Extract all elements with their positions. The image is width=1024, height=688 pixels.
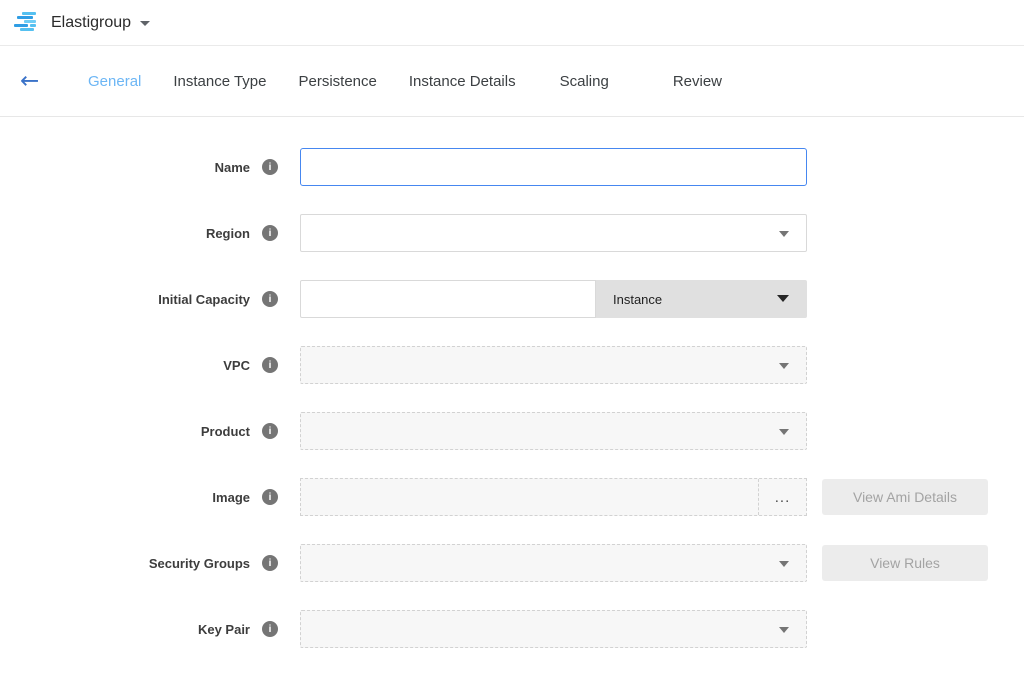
app-name[interactable]: Elastigroup [51, 14, 131, 32]
general-form: Name i Region i Initial Capacity i Insta… [0, 117, 1024, 648]
view-rules-button[interactable]: View Rules [822, 545, 988, 581]
region-select[interactable] [300, 214, 807, 252]
view-ami-details-button[interactable]: View Ami Details [822, 479, 988, 515]
app-header: Elastigroup [0, 0, 1024, 46]
info-icon[interactable]: i [262, 621, 278, 637]
name-label: Name [0, 160, 250, 175]
image-value [301, 479, 758, 515]
form-row-region: Region i [0, 214, 1024, 252]
region-label: Region [0, 226, 250, 241]
vpc-select [300, 346, 807, 384]
tab-instance-type[interactable]: Instance Type [173, 73, 266, 90]
info-icon[interactable]: i [262, 159, 278, 175]
elastigroup-logo-icon [14, 12, 40, 33]
info-icon[interactable]: i [262, 225, 278, 241]
image-picker: ... [300, 478, 807, 516]
name-input[interactable] [300, 148, 807, 186]
initial-capacity-label: Initial Capacity [0, 292, 250, 307]
product-label: Product [0, 424, 250, 439]
info-glyph: i [269, 624, 272, 635]
info-icon[interactable]: i [262, 423, 278, 439]
form-row-key-pair: Key Pair i [0, 610, 1024, 648]
tab-scaling[interactable]: Scaling [560, 73, 609, 90]
security-groups-label: Security Groups [0, 556, 250, 571]
back-arrow-icon[interactable]: ← [20, 68, 46, 94]
info-glyph: i [269, 558, 272, 569]
tab-instance-details[interactable]: Instance Details [409, 73, 516, 90]
key-pair-select [300, 610, 807, 648]
capacity-unit-value: Instance [613, 292, 662, 307]
chevron-down-icon [777, 295, 789, 302]
ellipsis-browse-button[interactable]: ... [758, 479, 806, 515]
form-row-initial-capacity: Initial Capacity i Instance [0, 280, 1024, 318]
info-icon[interactable]: i [262, 555, 278, 571]
chevron-down-icon [779, 363, 789, 369]
wizard-tab-bar: ← General Instance Type Persistence Inst… [0, 46, 1024, 117]
chevron-down-icon [779, 561, 789, 567]
form-row-name: Name i [0, 148, 1024, 186]
initial-capacity-group: Instance [300, 280, 807, 318]
tab-review[interactable]: Review [673, 73, 722, 90]
info-glyph: i [269, 228, 272, 239]
tab-general[interactable]: General [88, 73, 141, 90]
form-row-image: Image i ... View Ami Details [0, 478, 1024, 516]
info-icon[interactable]: i [262, 291, 278, 307]
product-select [300, 412, 807, 450]
info-glyph: i [269, 294, 272, 305]
chevron-down-icon [779, 429, 789, 435]
info-glyph: i [269, 492, 272, 503]
form-row-product: Product i [0, 412, 1024, 450]
info-glyph: i [269, 426, 272, 437]
tab-persistence[interactable]: Persistence [299, 73, 377, 90]
chevron-down-icon [779, 627, 789, 633]
chevron-down-icon [779, 231, 789, 237]
info-glyph: i [269, 162, 272, 173]
vpc-label: VPC [0, 358, 250, 373]
info-glyph: i [269, 360, 272, 371]
wizard-tabs: General Instance Type Persistence Instan… [88, 73, 722, 90]
capacity-unit-select[interactable]: Instance [596, 280, 807, 318]
chevron-down-icon[interactable] [140, 21, 150, 26]
info-icon[interactable]: i [262, 357, 278, 373]
security-groups-select [300, 544, 807, 582]
form-row-vpc: VPC i [0, 346, 1024, 384]
key-pair-label: Key Pair [0, 622, 250, 637]
initial-capacity-input[interactable] [300, 280, 596, 318]
form-row-security-groups: Security Groups i View Rules [0, 544, 1024, 582]
image-label: Image [0, 490, 250, 505]
info-icon[interactable]: i [262, 489, 278, 505]
